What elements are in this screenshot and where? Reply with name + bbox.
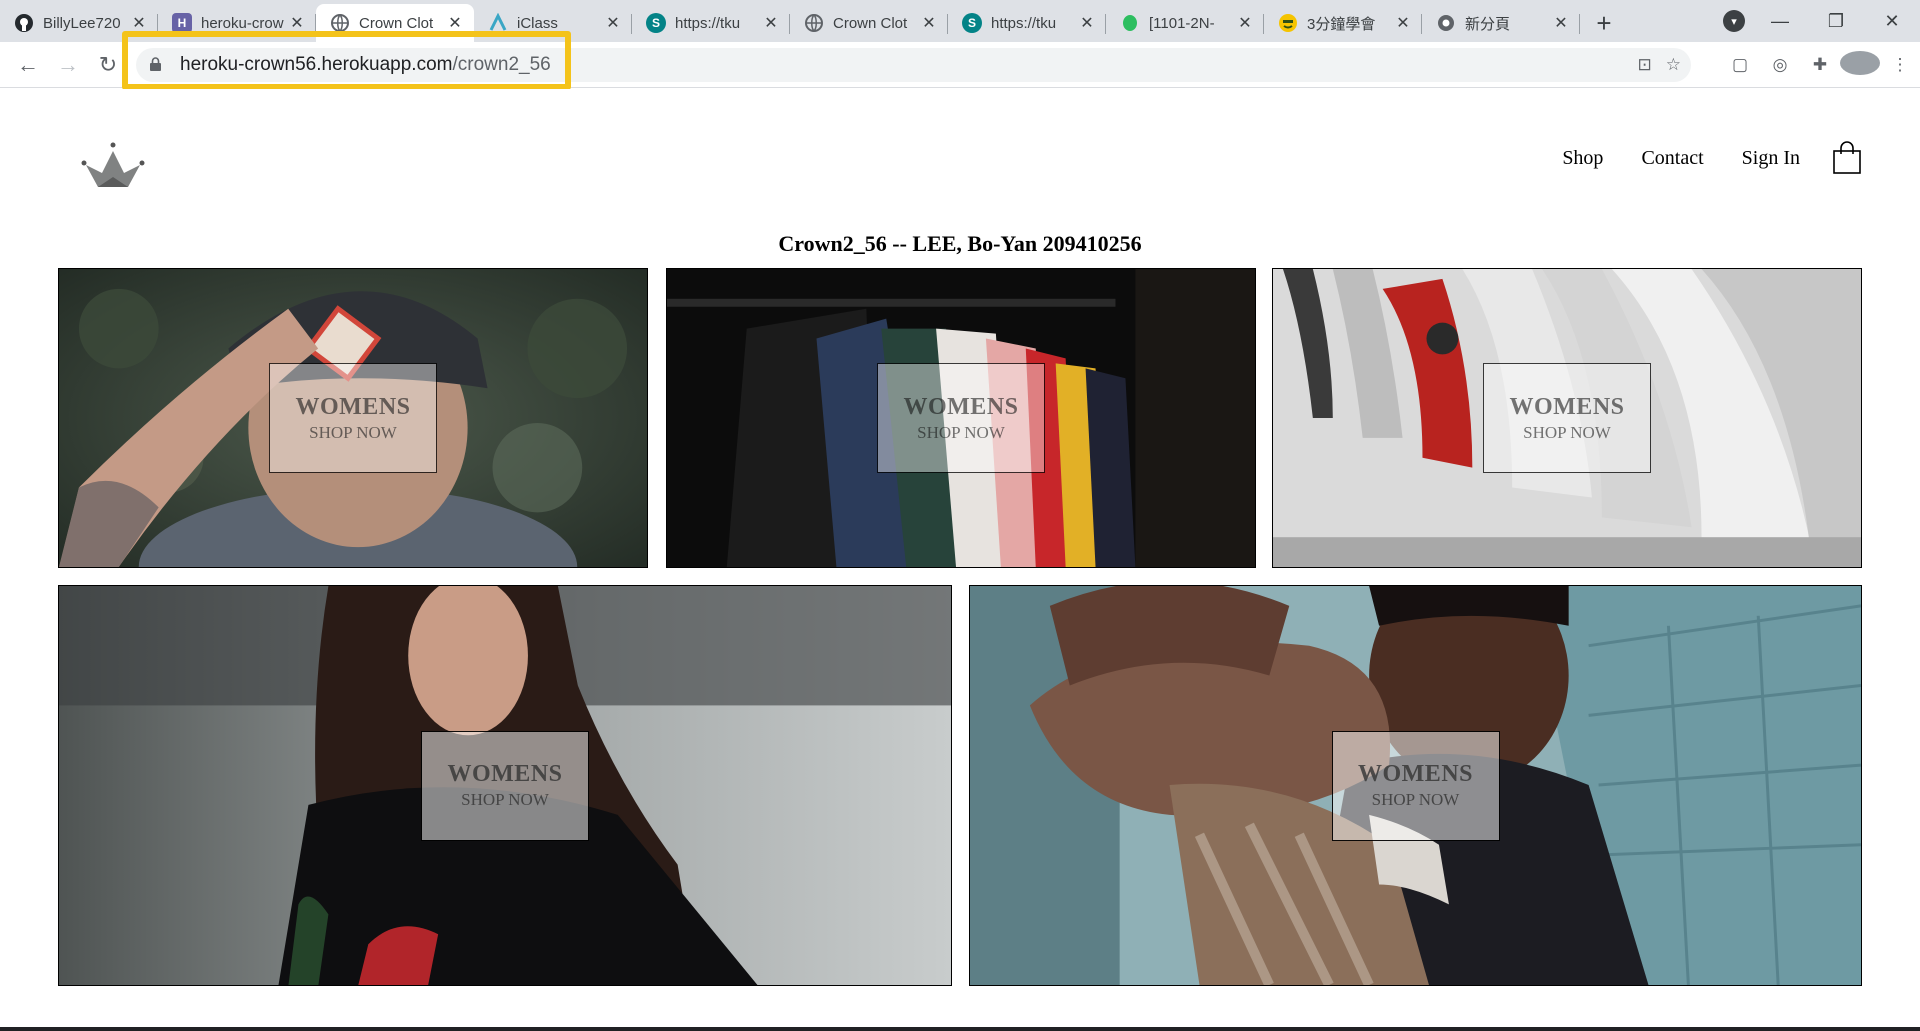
category-tile-womens[interactable]: WOMENS SHOP NOW — [58, 585, 952, 986]
tile-title: WOMENS — [295, 393, 411, 420]
close-icon[interactable]: ✕ — [288, 13, 306, 33]
page-title: Crown2_56 -- LEE, Bo-Yan 209410256 — [778, 231, 1142, 256]
tab-list: BillyLee720 ✕ H heroku-crow ✕ Crown Clot… — [0, 0, 1624, 42]
restore-icon[interactable]: ❐ — [1808, 11, 1864, 32]
shop-now-button[interactable]: WOMENS SHOP NOW — [269, 363, 437, 473]
nav-contact-link[interactable]: Contact — [1641, 147, 1703, 170]
window-controls: — ❐ ✕ — [1752, 0, 1920, 42]
url-path: /crown2_56 — [452, 54, 551, 75]
back-icon[interactable]: ← — [8, 45, 48, 85]
sharepoint-icon: S — [646, 13, 666, 33]
chrome-icon — [1436, 13, 1456, 33]
tile-title: WOMENS — [447, 761, 563, 787]
bookmark-star-icon[interactable]: ☆ — [1666, 55, 1681, 75]
tab-3min[interactable]: 3分鐘學會 ✕ — [1264, 4, 1422, 42]
tab-strip: BillyLee720 ✕ H heroku-crow ✕ Crown Clot… — [0, 0, 1920, 42]
tab-title: https://tku — [991, 14, 1057, 32]
tile-subtitle: SHOP NOW — [461, 790, 549, 809]
tab-crown[interactable]: Crown Clot ✕ — [790, 4, 948, 42]
nav-shop-link[interactable]: Shop — [1562, 147, 1603, 170]
evernote-icon — [1120, 13, 1140, 33]
nav-sign-in-link[interactable]: Sign In — [1742, 147, 1800, 170]
tab-title: heroku-crow — [201, 14, 284, 32]
globe-icon — [804, 13, 824, 33]
extension-icon[interactable]: ▢ — [1720, 55, 1760, 75]
category-tile-jackets[interactable]: WOMENS SHOP NOW — [666, 268, 1256, 568]
url-host: heroku-crown56.herokuapp.com — [180, 54, 453, 75]
profile-avatar[interactable] — [1840, 50, 1880, 80]
category-tile-sneakers[interactable]: WOMENS SHOP NOW — [1272, 268, 1862, 568]
tile-title: WOMENS — [1509, 393, 1625, 420]
crown-logo-icon[interactable] — [80, 141, 146, 195]
tab-title: BillyLee720 — [43, 14, 121, 32]
close-icon[interactable]: ✕ — [1236, 13, 1254, 33]
address-bar[interactable]: heroku-crown56.herokuapp.com/crown2_56 ⊡… — [136, 48, 1691, 82]
tab-sharepoint[interactable]: S https://tku ✕ — [632, 4, 790, 42]
tab-search-icon[interactable]: ▾ — [1723, 10, 1745, 32]
close-icon[interactable]: ✕ — [604, 13, 622, 33]
site-nav: Shop Contact Sign In — [1562, 141, 1862, 175]
close-icon[interactable]: ✕ — [920, 13, 938, 33]
close-window-icon[interactable]: ✕ — [1864, 11, 1920, 32]
tab-heroku[interactable]: H heroku-crow ✕ — [158, 4, 316, 42]
tab-sharepoint[interactable]: S https://tku ✕ — [948, 4, 1106, 42]
tile-subtitle: SHOP NOW — [1523, 422, 1611, 442]
close-icon[interactable]: ✕ — [446, 13, 464, 33]
category-tile-hats[interactable]: WOMENS SHOP NOW — [58, 268, 648, 568]
shopping-bag-icon[interactable] — [1832, 141, 1862, 175]
close-icon[interactable]: ✕ — [1552, 13, 1570, 33]
tab-title: Crown Clot — [833, 14, 908, 32]
github-icon — [14, 13, 34, 33]
tab-iclass[interactable]: iClass ✕ — [474, 4, 632, 42]
globe-icon — [330, 13, 350, 33]
iclass-icon — [488, 13, 508, 33]
tab-title: 新分頁 — [1465, 15, 1511, 33]
extension-area: ▢ ◎ ✚ ⋮ — [1720, 42, 1920, 88]
bottom-edge-bar — [0, 1027, 1920, 1031]
translate-icon[interactable]: ⊡ — [1638, 55, 1652, 75]
web-page: Shop Contact Sign In Crown2_56 -- LEE, B… — [0, 89, 1920, 1031]
sharepoint-icon: S — [962, 13, 982, 33]
omnibox-actions: ⊡ ☆ — [1638, 48, 1682, 82]
close-icon[interactable]: ✕ — [1394, 13, 1412, 33]
avatar — [1840, 50, 1880, 75]
tile-title: WOMENS — [1357, 761, 1473, 787]
reload-icon[interactable]: ↻ — [88, 45, 128, 85]
tab-new[interactable]: 新分頁 ✕ — [1422, 4, 1580, 42]
lock-icon[interactable] — [150, 56, 170, 74]
menu-dots-icon[interactable]: ⋮ — [1880, 55, 1920, 75]
tab-title: https://tku — [675, 14, 741, 32]
close-icon[interactable]: ✕ — [130, 13, 148, 33]
tab-title: iClass — [517, 14, 558, 32]
tab-evernote[interactable]: [1101-2N- ✕ — [1106, 4, 1264, 42]
tile-subtitle: SHOP NOW — [309, 422, 397, 442]
close-icon[interactable]: ✕ — [1078, 13, 1096, 33]
browser-toolbar: ← → ↻ heroku-crown56.herokuapp.com/crown… — [0, 42, 1920, 88]
close-icon[interactable]: ✕ — [762, 13, 780, 33]
tab-title: Crown Clot — [359, 14, 434, 32]
puzzle-icon[interactable]: ✚ — [1800, 55, 1840, 75]
category-tile-mens[interactable]: WOMENS SHOP NOW — [969, 585, 1862, 986]
extension-icon[interactable]: ◎ — [1760, 55, 1800, 75]
url-text: heroku-crown56.herokuapp.com/crown2_56 — [180, 54, 551, 76]
new-tab-button[interactable]: + — [1584, 4, 1624, 42]
tab-title: [1101-2N- — [1149, 14, 1215, 32]
heroku-icon: H — [172, 13, 192, 33]
tile-subtitle: SHOP NOW — [1371, 790, 1460, 809]
tab-crown-active[interactable]: Crown Clot ✕ — [316, 4, 474, 42]
forward-icon[interactable]: → — [48, 45, 88, 85]
tile-subtitle: SHOP NOW — [917, 422, 1005, 442]
tab-title: 3分鐘學會 — [1307, 15, 1376, 33]
shop-now-button[interactable]: WOMENS SHOP NOW — [421, 730, 589, 841]
tab-github[interactable]: BillyLee720 ✕ — [0, 4, 158, 42]
shop-now-button[interactable]: WOMENS SHOP NOW — [1331, 730, 1500, 841]
emoji-icon — [1278, 13, 1298, 33]
shop-now-button[interactable]: WOMENS SHOP NOW — [1483, 363, 1651, 473]
shop-now-button[interactable]: WOMENS SHOP NOW — [877, 363, 1045, 473]
tile-title: WOMENS — [903, 393, 1019, 420]
minimize-icon[interactable]: — — [1752, 11, 1808, 32]
